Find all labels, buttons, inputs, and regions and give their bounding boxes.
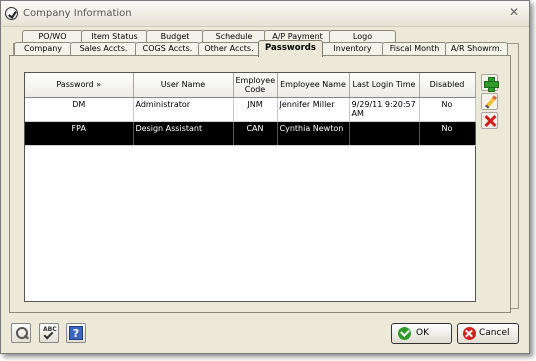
- cell-last-login[interactable]: [349, 121, 420, 146]
- cell-password[interactable]: DM: [25, 97, 134, 122]
- company-information-window: Company Information ✕ PO/WO Item Status …: [0, 0, 530, 354]
- cancel-button[interactable]: Cancel: [457, 323, 519, 344]
- ok-check-icon: [398, 327, 411, 340]
- column-header-last-login-time[interactable]: Last Login Time: [349, 73, 420, 98]
- edit-user-button[interactable]: [481, 93, 498, 110]
- cell-employee-code[interactable]: JNM: [233, 97, 278, 122]
- cancel-button-label: Cancel: [479, 328, 510, 338]
- cell-disabled[interactable]: No: [419, 121, 476, 146]
- app-check-icon: [5, 7, 18, 20]
- column-header-disabled[interactable]: Disabled: [419, 73, 476, 98]
- cell-employee-name[interactable]: Jennifer Miller: [277, 97, 350, 122]
- cell-employee-name[interactable]: Cynthia Newton: [277, 121, 350, 146]
- passwords-table: Password » User Name Employee Code Emplo…: [25, 73, 476, 146]
- help-button[interactable]: ?: [66, 323, 86, 343]
- column-header-user-name[interactable]: User Name: [133, 73, 234, 98]
- tab-ar-showrm[interactable]: A/R Showrm.: [445, 42, 508, 56]
- add-user-button[interactable]: [481, 74, 499, 92]
- table-row[interactable]: DM Administrator JNM Jennifer Miller 9/2…: [25, 97, 476, 122]
- spell-check-button[interactable]: ABC: [39, 323, 59, 343]
- tab-sales-accts[interactable]: Sales Accts.: [70, 42, 137, 56]
- table-row-selected[interactable]: FPA Design Assistant CAN Cynthia Newton …: [25, 121, 476, 146]
- title-bar: Company Information ✕: [1, 1, 529, 27]
- ok-button[interactable]: OK: [391, 323, 452, 344]
- cell-disabled[interactable]: No: [419, 97, 476, 122]
- column-header-employee-code[interactable]: Employee Code: [233, 73, 278, 98]
- cell-employee-code[interactable]: CAN: [233, 121, 278, 146]
- cell-last-login[interactable]: 9/29/11 9:20:57 AM: [349, 97, 420, 122]
- passwords-grid[interactable]: Password » User Name Employee Code Emplo…: [24, 72, 476, 302]
- tab-passwords[interactable]: Passwords: [258, 40, 323, 57]
- passwords-panel: Password » User Name Employee Code Emplo…: [9, 55, 511, 313]
- magnify-icon[interactable]: [11, 323, 31, 343]
- tab-cogs-accts[interactable]: COGS Accts.: [135, 42, 200, 56]
- cell-user-name[interactable]: Administrator: [133, 97, 234, 122]
- cell-user-name[interactable]: Design Assistant: [133, 121, 234, 146]
- ok-button-label: OK: [416, 328, 429, 338]
- cell-password[interactable]: FPA: [25, 121, 134, 146]
- tab-company[interactable]: Company: [14, 42, 72, 56]
- tab-other-accts[interactable]: Other Accts.: [198, 42, 260, 56]
- tab-fiscal-month[interactable]: Fiscal Month: [382, 42, 447, 56]
- tab-inventory[interactable]: Inventory: [321, 42, 384, 56]
- column-header-employee-name[interactable]: Employee Name: [277, 73, 350, 98]
- column-header-password[interactable]: Password »: [25, 73, 134, 98]
- help-icon: ?: [69, 326, 83, 340]
- close-icon[interactable]: ✕: [508, 6, 520, 18]
- cancel-x-icon: [463, 327, 476, 340]
- delete-user-button[interactable]: [481, 112, 498, 129]
- window-title: Company Information: [23, 8, 132, 19]
- table-header-row: Password » User Name Employee Code Emplo…: [25, 73, 476, 98]
